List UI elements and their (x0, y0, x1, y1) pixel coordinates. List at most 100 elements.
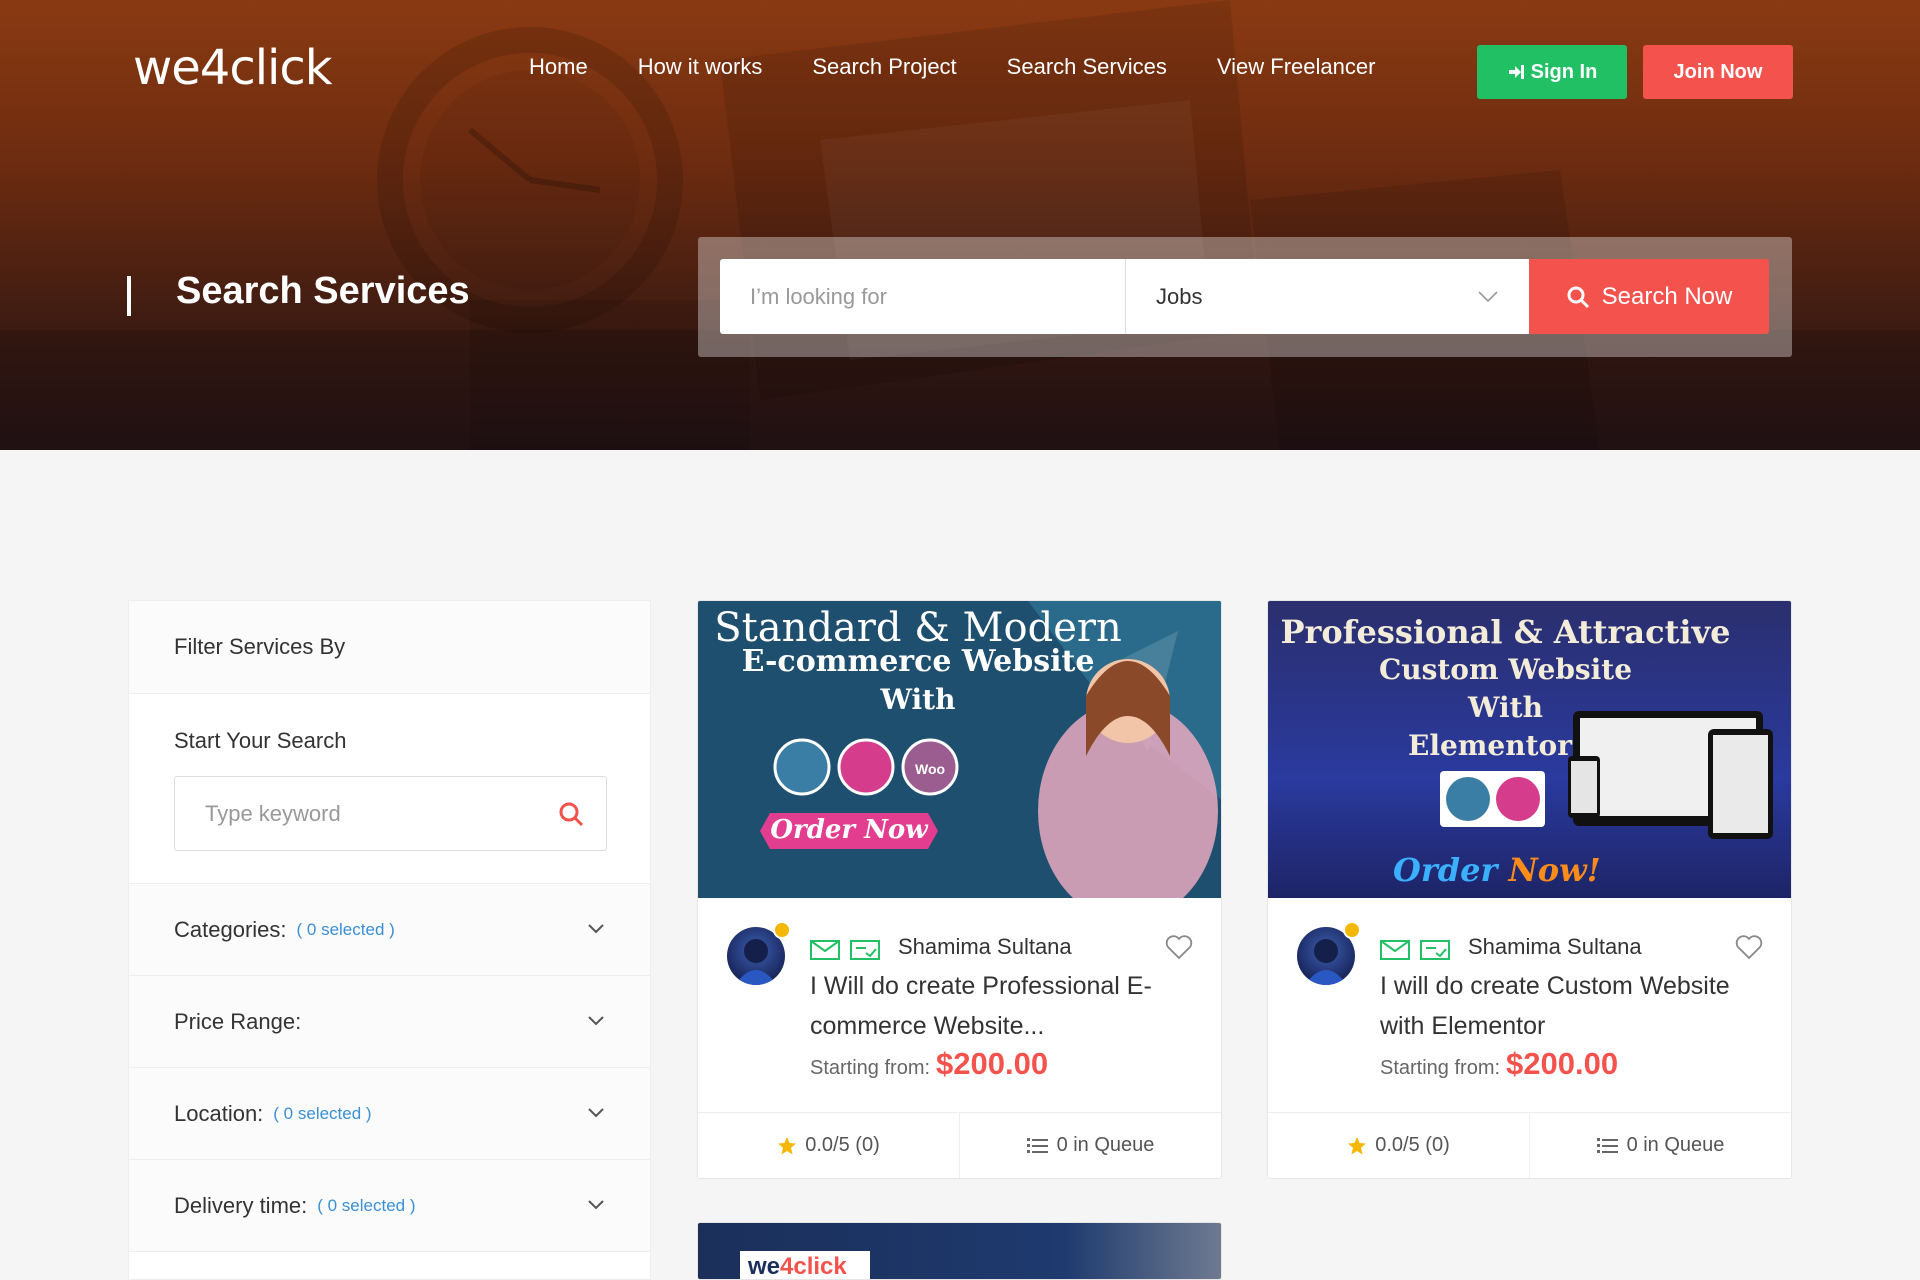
id-verified-icon (1420, 940, 1450, 960)
keyword-placeholder: Type keyword (205, 800, 341, 826)
online-status-dot (773, 921, 791, 939)
rating-value: 0.0/5 (0) (1375, 1134, 1450, 1156)
id-verified-icon (850, 940, 880, 960)
star-icon (1348, 1136, 1367, 1154)
keyword-search-input[interactable]: Type keyword (174, 776, 607, 851)
service-card[interactable]: we4click (697, 1222, 1222, 1280)
thumbnail-cta: Order Now (770, 815, 928, 845)
service-card-body: Shamima Sultana I will do create Custom … (1268, 898, 1791, 1113)
filter-label: Price Range: (174, 1008, 302, 1034)
chevron-down-icon (588, 1108, 604, 1118)
nav-how-it-works[interactable]: How it works (638, 54, 763, 80)
price-label: Starting from: (810, 1057, 931, 1079)
search-icon[interactable] (558, 801, 584, 827)
thumbnail-line: E-commerce Website (741, 644, 1095, 679)
heart-icon[interactable] (1165, 934, 1193, 960)
site-logo[interactable]: we4click (133, 40, 333, 96)
thumbnail-line: With (1468, 691, 1543, 724)
nav-view-freelancer[interactable]: View Freelancer (1217, 54, 1376, 80)
filter-label: Delivery time: (174, 1192, 308, 1218)
seller-name[interactable]: Shamima Sultana (898, 934, 1072, 960)
search-now-button[interactable]: Search Now (1529, 259, 1769, 334)
service-thumbnail[interactable]: we4click (698, 1223, 1221, 1279)
filter-heading: Filter Services By (129, 601, 650, 694)
thumbnail-headline: Professional & Attractive Custom Website… (1268, 613, 1743, 727)
thumbnail-logo: we4click (740, 1251, 870, 1280)
sign-in-button[interactable]: Sign In (1477, 45, 1627, 99)
join-now-button[interactable]: Join Now (1643, 45, 1793, 99)
cta-part: Order (1393, 851, 1498, 889)
hero-search-bar: I’m looking for Jobs Search Now (698, 237, 1792, 357)
price-value: $200.00 (936, 1046, 1049, 1081)
chevron-down-icon (588, 1200, 604, 1210)
price-value: $200.00 (1506, 1046, 1619, 1081)
service-thumbnail[interactable]: Standard & Modern E-commerce Website Wit… (698, 601, 1221, 898)
rating-value: 0.0/5 (0) (805, 1134, 880, 1156)
thumbnail-line: Elementor (1408, 729, 1572, 762)
service-card[interactable]: Standard & Modern E-commerce Website Wit… (697, 600, 1222, 1179)
service-card-footer: 0.0/5 (0) 0 in Queue (1268, 1113, 1791, 1178)
logo-part: 4click (780, 1253, 847, 1280)
hero-search-input[interactable]: I’m looking for (720, 259, 1125, 334)
sign-in-icon (1508, 65, 1524, 79)
thumbnail-cta: Order Now! (1393, 851, 1601, 889)
filter-sidebar: Filter Services By Start Your Search Typ… (128, 600, 651, 1280)
service-card-footer: 0.0/5 (0) 0 in Queue (698, 1113, 1221, 1178)
service-price: Starting from: $200.00 (810, 1046, 1048, 1082)
hero-banner: we4click Home How it works Search Projec… (0, 0, 1920, 450)
service-price: Starting from: $200.00 (1380, 1046, 1618, 1082)
heart-icon[interactable] (1735, 934, 1763, 960)
thumbnail-line: Standard & Modern (714, 605, 1122, 651)
email-verified-icon (810, 940, 840, 960)
filter-search-section: Start Your Search Type keyword (129, 694, 650, 884)
rating: 0.0/5 (0) (698, 1113, 959, 1178)
queue: 0 in Queue (1529, 1113, 1791, 1178)
filter-selected-count: ( 0 selected ) (317, 1195, 416, 1215)
search-icon (1567, 286, 1589, 308)
logo-part: we (748, 1253, 781, 1280)
filter-location[interactable]: Location: ( 0 selected ) (129, 1068, 650, 1160)
woo-badge-text: Woo (915, 761, 946, 777)
select-value: Jobs (1156, 283, 1203, 309)
cta-part: Now! (1508, 851, 1601, 889)
chevron-down-icon (1478, 291, 1498, 303)
rating: 0.0/5 (0) (1268, 1113, 1529, 1178)
nav-home[interactable]: Home (529, 54, 588, 80)
filter-delivery-time[interactable]: Delivery time: ( 0 selected ) (129, 1160, 650, 1252)
thumbnail-headline: Standard & Modern E-commerce Website Wit… (708, 605, 1128, 717)
thumbnail-line: Professional & Attractive (1280, 613, 1731, 651)
list-icon (1026, 1137, 1048, 1153)
price-label: Starting from: (1380, 1057, 1501, 1079)
service-thumbnail[interactable]: Professional & Attractive Custom Website… (1268, 601, 1791, 898)
queue-value: 0 in Queue (1626, 1134, 1725, 1156)
filter-selected-count: ( 0 selected ) (296, 919, 395, 939)
service-card[interactable]: Professional & Attractive Custom Website… (1267, 600, 1792, 1179)
filter-label: Location: (174, 1100, 264, 1126)
email-verified-icon (1380, 940, 1410, 960)
sign-in-label: Sign In (1530, 60, 1598, 83)
service-title[interactable]: I will do create Custom Website with Ele… (1380, 966, 1760, 1046)
filter-price-range[interactable]: Price Range: (129, 976, 650, 1068)
search-now-label: Search Now (1601, 282, 1733, 310)
service-card-body: Shamima Sultana I Will do create Profess… (698, 898, 1221, 1113)
verification-icons (1380, 940, 1450, 960)
seller-name[interactable]: Shamima Sultana (1468, 934, 1642, 960)
filter-label: Categories: (174, 916, 287, 942)
nav-search-project[interactable]: Search Project (812, 54, 956, 80)
chevron-down-icon (588, 1016, 604, 1026)
filter-search-label: Start Your Search (174, 728, 347, 753)
title-accent-bar (127, 276, 131, 316)
page-title: Search Services (176, 270, 470, 312)
online-status-dot (1343, 921, 1361, 939)
nav-search-services[interactable]: Search Services (1007, 54, 1167, 80)
filter-categories[interactable]: Categories: ( 0 selected ) (129, 884, 650, 976)
service-title[interactable]: I Will do create Professional E-commerce… (810, 966, 1190, 1046)
verification-icons (810, 940, 880, 960)
queue: 0 in Queue (959, 1113, 1221, 1178)
filter-selected-count: ( 0 selected ) (273, 1103, 372, 1123)
thumbnail-line: Custom Website (1378, 653, 1633, 686)
queue-value: 0 in Queue (1056, 1134, 1155, 1156)
hero-search-type-select[interactable]: Jobs (1125, 259, 1529, 334)
main-nav: Home How it works Search Project Search … (529, 54, 1425, 80)
chevron-down-icon (588, 924, 604, 934)
